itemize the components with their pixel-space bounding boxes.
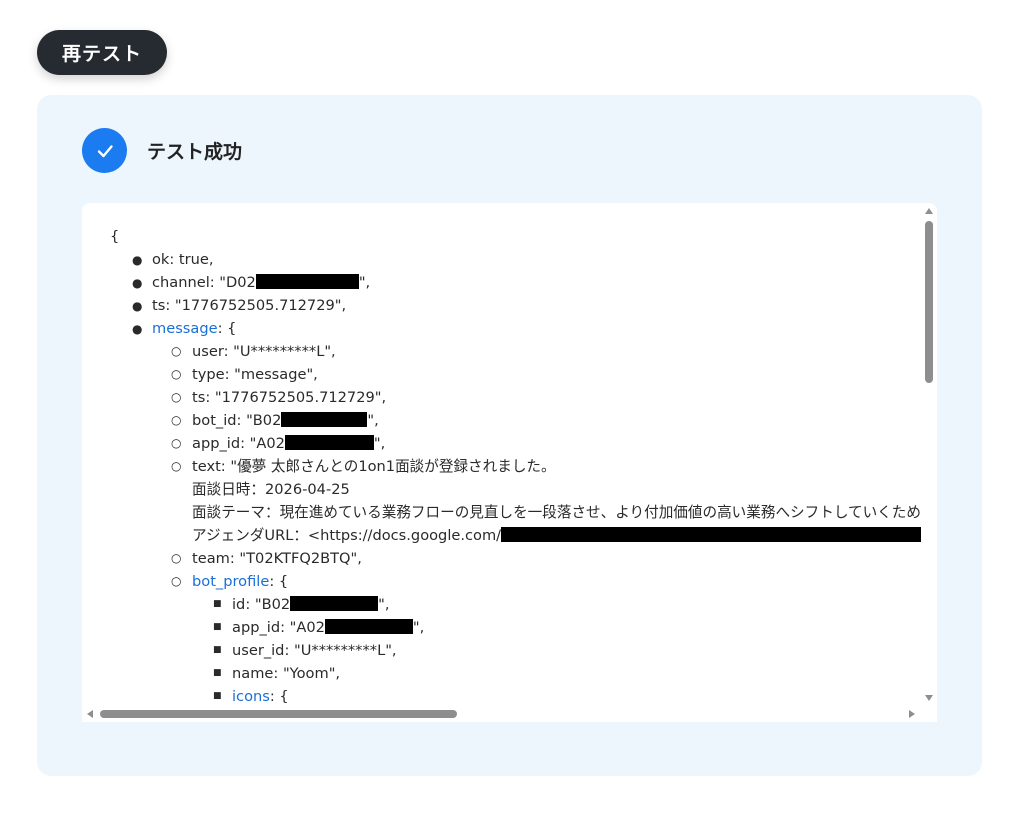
redaction-bar	[501, 527, 922, 542]
text-continuation: アジェンダURL：<https://docs.google.com/	[110, 524, 922, 547]
list-item: ● ts: "1776752505.712729",	[132, 297, 347, 314]
horizontal-scrollbar[interactable]	[82, 706, 920, 722]
check-icon	[82, 128, 127, 173]
list-item: ○ bot_profile: {	[171, 573, 289, 590]
test-result-panel: テスト成功 { ● ok: true, ● channel: "D02 ", ● ts:…	[37, 95, 982, 776]
json-content: { ● ok: true, ● channel: "D02 ", ● ts: "1776…	[110, 225, 922, 705]
list-item: ■ icons: {	[213, 688, 289, 705]
vertical-scrollbar[interactable]	[920, 203, 937, 706]
text-continuation: 面談日時：2026-04-25	[192, 481, 350, 498]
list-item: ○ type: "message",	[171, 366, 318, 383]
list-item: ■ app_id: "A02 ",	[213, 619, 425, 636]
list-item: ■ user_id: "U*********L",	[213, 642, 397, 659]
list-item: ■ name: "Yoom",	[213, 665, 341, 682]
scroll-right-arrow-icon[interactable]	[909, 710, 915, 718]
list-item: ○ team: "T02KTFQ2BTQ",	[171, 550, 362, 567]
list-item: ● ok: true,	[132, 251, 214, 268]
json-output-box[interactable]: { ● ok: true, ● channel: "D02 ", ● ts: "1776…	[82, 203, 937, 722]
list-item: ■ id: "B02 ",	[213, 596, 390, 613]
redaction-bar	[324, 619, 413, 634]
message-key-link[interactable]: message	[152, 320, 218, 337]
vertical-scroll-thumb[interactable]	[925, 221, 933, 383]
icons-key-link[interactable]: icons	[232, 688, 270, 705]
list-item: ● channel: "D02 ",	[132, 274, 371, 291]
horizontal-scroll-thumb[interactable]	[100, 710, 457, 718]
list-item: ○ text: "優夢 太郎さんとの1on1面談が登録されました。	[171, 458, 556, 475]
scroll-left-arrow-icon[interactable]	[87, 710, 93, 718]
redaction-bar	[255, 274, 359, 289]
list-item: ● message: {	[132, 320, 237, 337]
status-label: テスト成功	[147, 141, 243, 163]
bot-profile-key-link[interactable]: bot_profile	[192, 573, 269, 590]
text-continuation: 面談テーマ：現在進めている業務フローの見直しを一段落させ、より付加価値の高い業務…	[192, 504, 921, 521]
scroll-up-arrow-icon[interactable]	[925, 208, 933, 214]
retest-button[interactable]: 再テスト	[37, 30, 167, 75]
list-item: ○ user: "U*********L",	[171, 343, 336, 360]
list-item: ○ app_id: "A02 ",	[171, 435, 386, 452]
list-item: ○ ts: "1776752505.712729",	[171, 389, 387, 406]
redaction-bar	[284, 435, 374, 450]
redaction-bar	[281, 412, 368, 427]
test-status: テスト成功	[82, 128, 242, 173]
open-brace: {	[110, 228, 120, 245]
redaction-bar	[290, 596, 379, 611]
list-item: ○ bot_id: "B02 ",	[171, 412, 379, 429]
scroll-down-arrow-icon[interactable]	[925, 695, 933, 701]
